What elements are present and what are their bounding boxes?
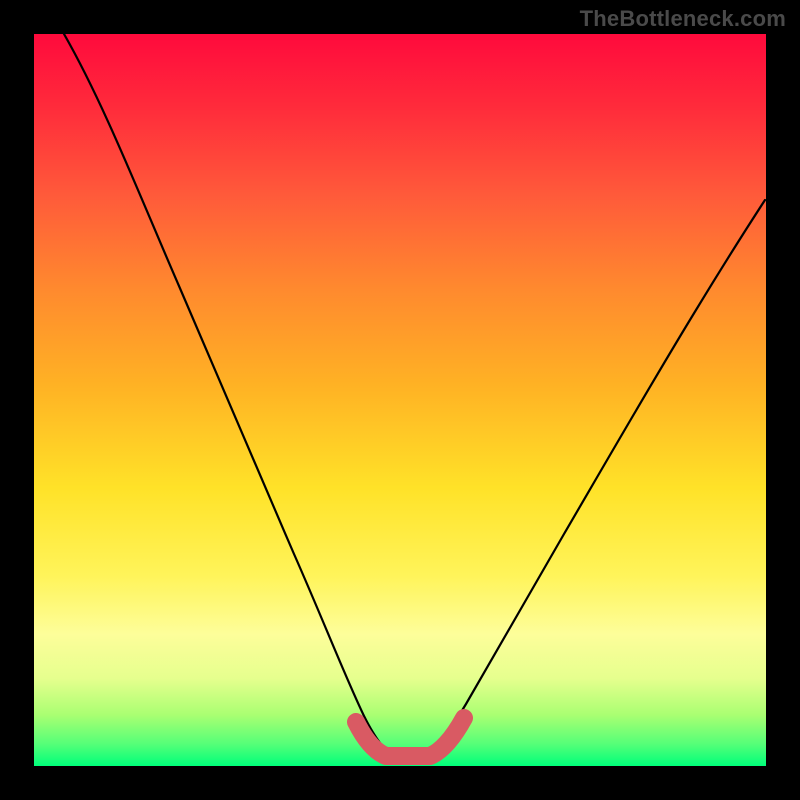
watermark-text: TheBottleneck.com: [580, 6, 786, 32]
plot-area: [34, 34, 766, 766]
chart-stage: TheBottleneck.com: [0, 0, 800, 800]
bottleneck-curve: [64, 34, 765, 756]
chart-overlay: [34, 34, 766, 766]
optimal-band: [356, 718, 464, 756]
